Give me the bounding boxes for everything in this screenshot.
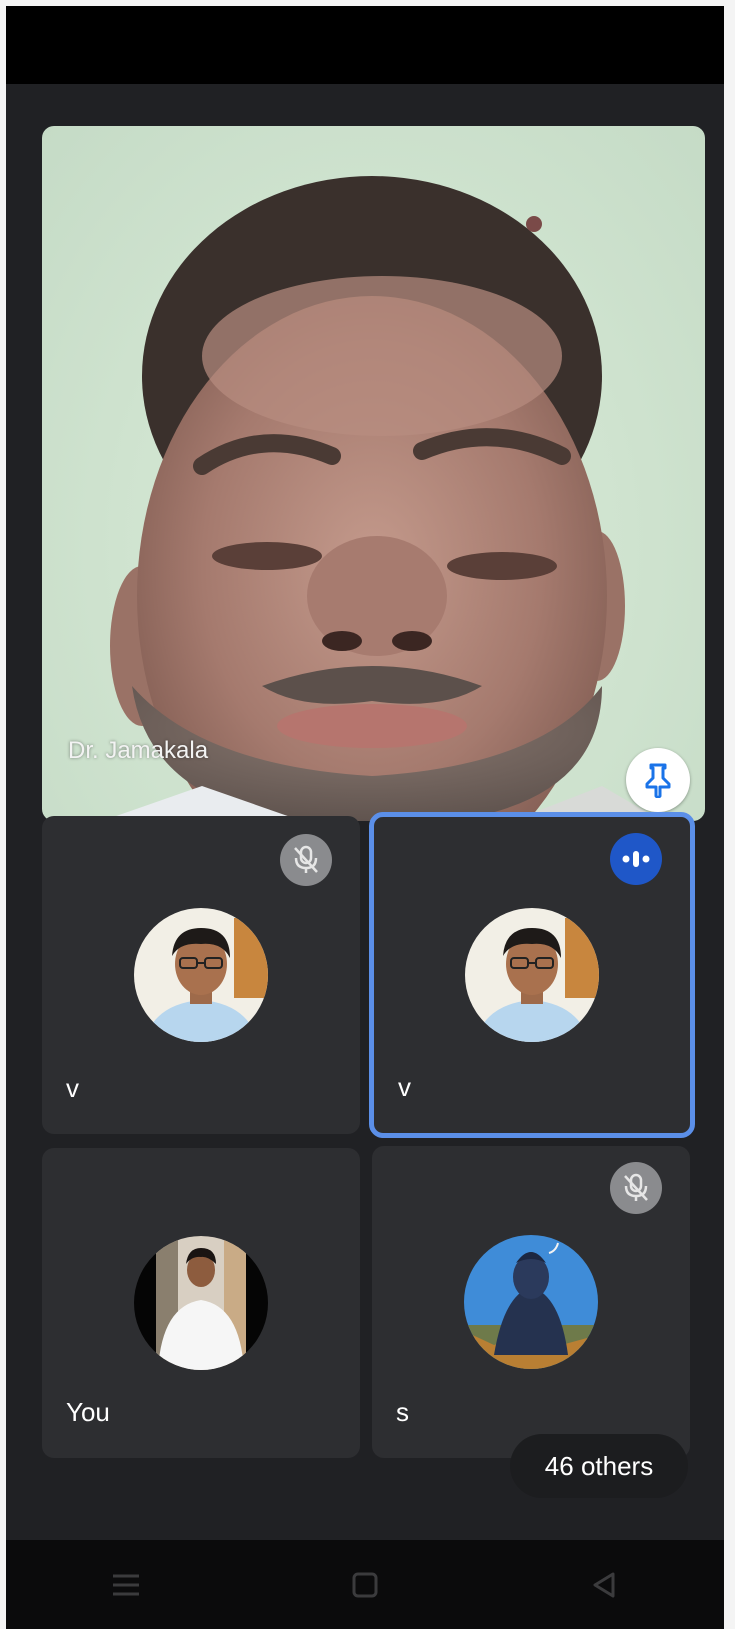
participant-name: v bbox=[66, 1073, 79, 1103]
triangle-back-icon bbox=[593, 1572, 615, 1597]
speaking-indicator-icon bbox=[622, 851, 650, 867]
avatar bbox=[134, 1236, 268, 1370]
avatar bbox=[465, 908, 599, 1042]
others-participants-button[interactable]: 46 others bbox=[510, 1434, 688, 1498]
mic-off-icon bbox=[624, 1173, 648, 1201]
avatar bbox=[134, 908, 268, 1042]
mute-indicator bbox=[610, 1162, 662, 1214]
speaking-indicator bbox=[610, 833, 662, 885]
meeting-screen: Dr. Jamakala v v You s 46 others bbox=[6, 6, 724, 1629]
square-home-icon bbox=[352, 1572, 378, 1597]
menu-icon bbox=[112, 1574, 139, 1595]
participant-name: You bbox=[66, 1397, 110, 1427]
pin-icon bbox=[645, 763, 671, 798]
mic-off-icon bbox=[294, 845, 318, 873]
pin-button[interactable] bbox=[626, 748, 690, 812]
participant-tile-active[interactable]: v bbox=[369, 812, 695, 1138]
participant-tile[interactable]: v bbox=[42, 816, 360, 1134]
menu-button[interactable] bbox=[66, 1555, 186, 1615]
status-bar bbox=[6, 6, 724, 84]
back-button[interactable] bbox=[544, 1555, 664, 1615]
main-speaker-tile[interactable]: Dr. Jamakala bbox=[42, 126, 705, 821]
speaker-name: Dr. Jamakala bbox=[68, 737, 209, 764]
mute-indicator bbox=[280, 834, 332, 886]
home-button[interactable] bbox=[305, 1555, 425, 1615]
participant-name: s bbox=[396, 1397, 409, 1427]
avatar bbox=[464, 1235, 598, 1369]
participant-tile[interactable]: s bbox=[372, 1146, 690, 1458]
participant-name: v bbox=[398, 1072, 411, 1102]
participant-tile-self[interactable]: You bbox=[42, 1148, 360, 1458]
others-count-label: 46 others bbox=[544, 1450, 654, 1481]
navigation-bar bbox=[6, 1540, 724, 1629]
speaker-video bbox=[102, 176, 662, 821]
